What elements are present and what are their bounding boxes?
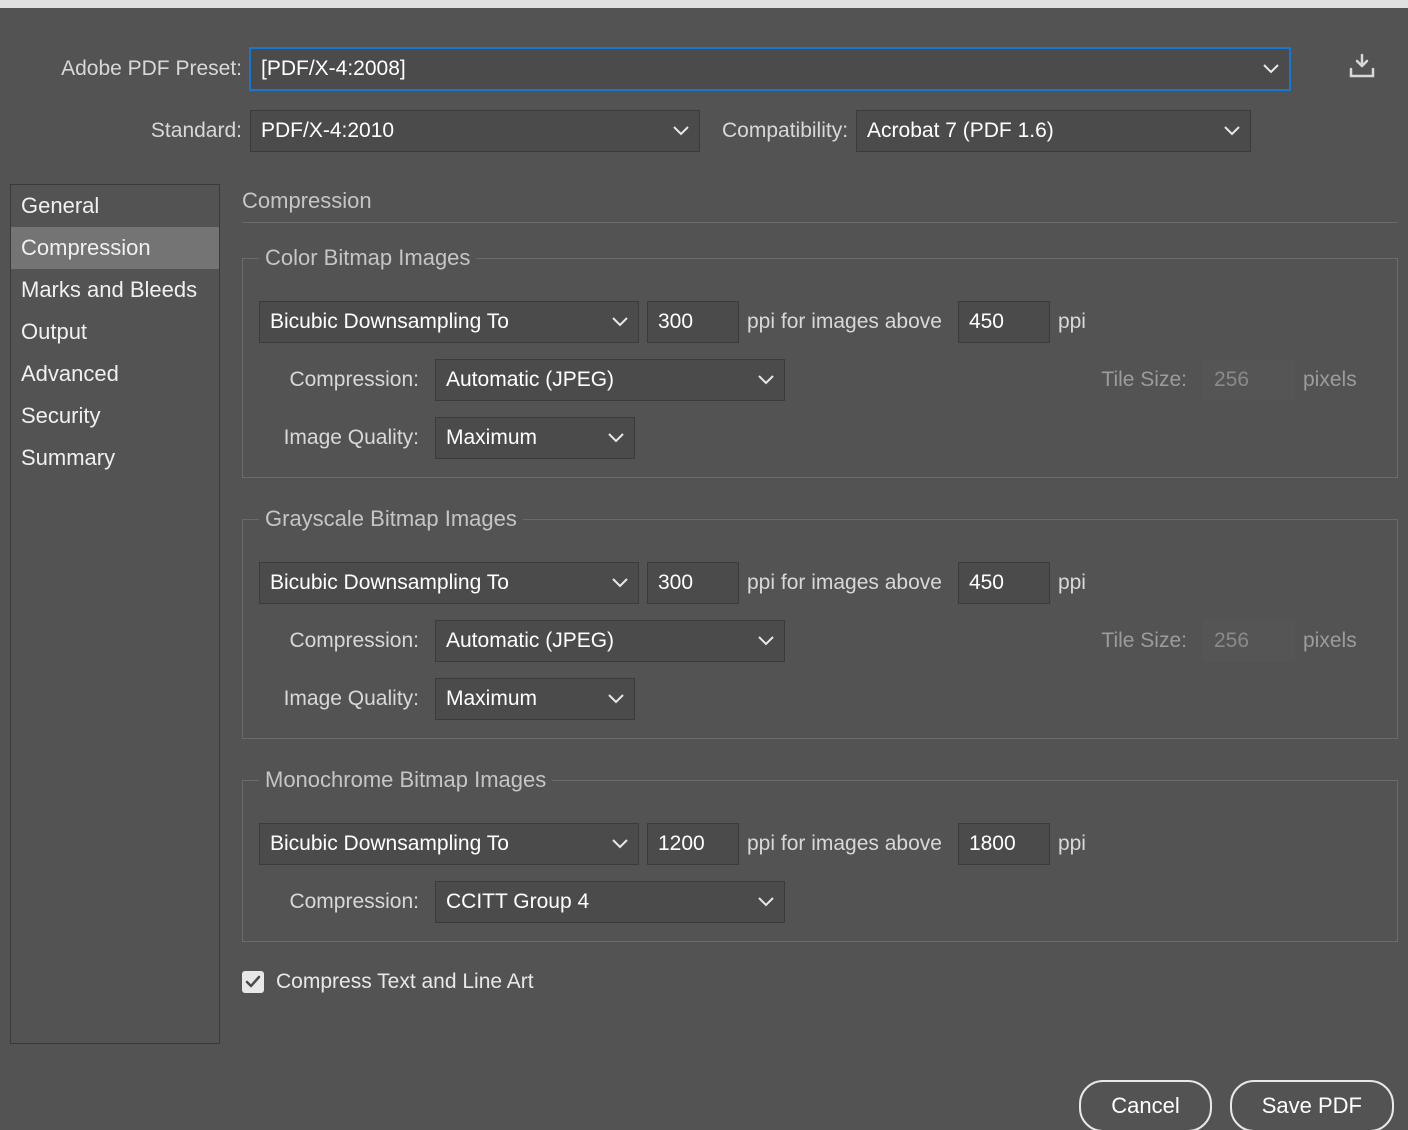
ppi-unit: ppi [1058, 310, 1086, 334]
color-tile-input: 256 [1203, 359, 1295, 401]
sidebar-item-compression[interactable]: Compression [11, 227, 219, 269]
gray-above-label: ppi for images above [747, 571, 942, 595]
checkbox-box [242, 971, 264, 993]
sidebar-item-advanced[interactable]: Advanced [11, 353, 219, 395]
chevron-down-icon [612, 578, 628, 588]
sidebar-item-output[interactable]: Output [11, 311, 219, 353]
ppi-unit: ppi [1058, 571, 1086, 595]
mono-above-label: ppi for images above [747, 832, 942, 856]
gray-quality-select[interactable]: Maximum [435, 678, 635, 720]
compatibility-label: Compatibility: [722, 119, 848, 143]
gray-tile-label: Tile Size: [1101, 629, 1187, 653]
mono-compression-label: Compression: [259, 890, 419, 914]
chevron-down-icon [1224, 126, 1240, 136]
mono-above-ppi-input[interactable]: 1800 [958, 823, 1050, 865]
preset-value: [PDF/X-4:2008] [261, 57, 406, 81]
color-downsample-select[interactable]: Bicubic Downsampling To [259, 301, 639, 343]
gray-above-ppi-input[interactable]: 450 [958, 562, 1050, 604]
compatibility-value: Acrobat 7 (PDF 1.6) [867, 119, 1054, 143]
standard-select[interactable]: PDF/X-4:2010 [250, 110, 700, 152]
save-preset-icon[interactable] [1340, 53, 1384, 85]
standard-label: Standard: [10, 119, 242, 143]
gray-tile-input: 256 [1203, 620, 1295, 662]
chevron-down-icon [612, 317, 628, 327]
gray-ppi-input[interactable]: 300 [647, 562, 739, 604]
pixels-unit: pixels [1303, 629, 1373, 653]
chevron-down-icon [612, 839, 628, 849]
compress-text-lineart-checkbox[interactable]: Compress Text and Line Art [242, 970, 1398, 994]
pixels-unit: pixels [1303, 368, 1373, 392]
chevron-down-icon [1263, 64, 1279, 74]
mono-ppi-input[interactable]: 1200 [647, 823, 739, 865]
group-color-bitmap: Color Bitmap Images Bicubic Downsampling… [242, 245, 1398, 478]
preset-label: Adobe PDF Preset: [10, 57, 242, 81]
save-pdf-button[interactable]: Save PDF [1230, 1080, 1394, 1130]
group-gray-legend: Grayscale Bitmap Images [259, 506, 523, 532]
compatibility-select[interactable]: Acrobat 7 (PDF 1.6) [856, 110, 1251, 152]
group-grayscale-bitmap: Grayscale Bitmap Images Bicubic Downsamp… [242, 506, 1398, 739]
group-color-legend: Color Bitmap Images [259, 245, 476, 271]
sidebar-item-general[interactable]: General [11, 185, 219, 227]
sidebar-item-summary[interactable]: Summary [11, 437, 219, 479]
gray-quality-label: Image Quality: [259, 687, 419, 711]
sidebar-item-marks-bleeds[interactable]: Marks and Bleeds [11, 269, 219, 311]
gray-compression-label: Compression: [259, 629, 419, 653]
group-monochrome-bitmap: Monochrome Bitmap Images Bicubic Downsam… [242, 767, 1398, 942]
color-above-label: ppi for images above [747, 310, 942, 334]
chevron-down-icon [608, 433, 624, 443]
color-above-ppi-input[interactable]: 450 [958, 301, 1050, 343]
standard-value: PDF/X-4:2010 [261, 119, 394, 143]
color-compression-label: Compression: [259, 368, 419, 392]
compress-text-lineart-label: Compress Text and Line Art [276, 970, 534, 994]
mono-downsample-select[interactable]: Bicubic Downsampling To [259, 823, 639, 865]
gray-compression-select[interactable]: Automatic (JPEG) [435, 620, 785, 662]
color-quality-label: Image Quality: [259, 426, 419, 450]
cancel-button[interactable]: Cancel [1079, 1080, 1211, 1130]
color-quality-select[interactable]: Maximum [435, 417, 635, 459]
preset-select[interactable]: [PDF/X-4:2008] [250, 48, 1290, 90]
window-titlebar [0, 0, 1408, 8]
chevron-down-icon [758, 375, 774, 385]
ppi-unit: ppi [1058, 832, 1086, 856]
chevron-down-icon [608, 694, 624, 704]
category-sidebar: General Compression Marks and Bleeds Out… [10, 184, 220, 1044]
chevron-down-icon [758, 897, 774, 907]
chevron-down-icon [758, 636, 774, 646]
chevron-down-icon [673, 126, 689, 136]
gray-downsample-select[interactable]: Bicubic Downsampling To [259, 562, 639, 604]
section-title: Compression [242, 184, 1398, 223]
color-compression-select[interactable]: Automatic (JPEG) [435, 359, 785, 401]
mono-compression-select[interactable]: CCITT Group 4 [435, 881, 785, 923]
group-mono-legend: Monochrome Bitmap Images [259, 767, 552, 793]
color-tile-label: Tile Size: [1101, 368, 1187, 392]
color-ppi-input[interactable]: 300 [647, 301, 739, 343]
sidebar-item-security[interactable]: Security [11, 395, 219, 437]
